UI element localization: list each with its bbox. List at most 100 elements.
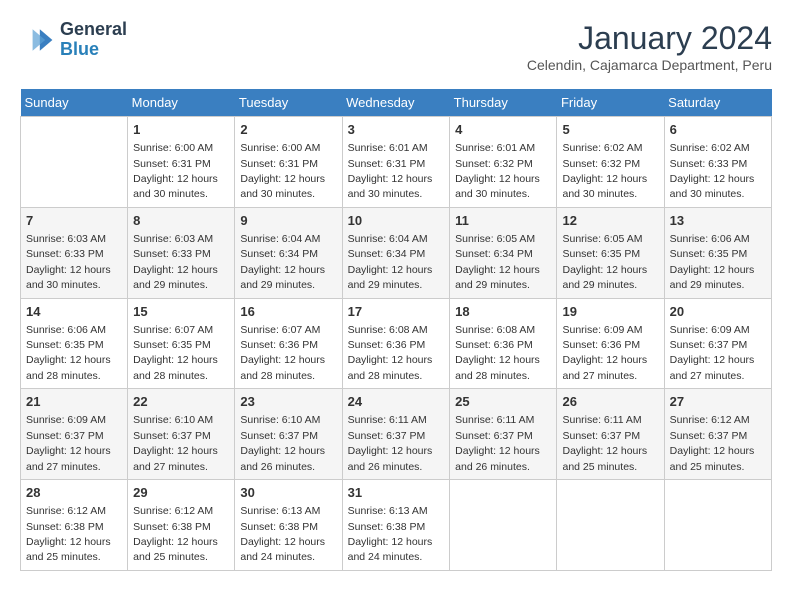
day-info: Sunrise: 6:01 AMSunset: 6:32 PMDaylight:… — [455, 142, 540, 200]
header-day-monday: Monday — [128, 89, 235, 117]
calendar-cell: 31 Sunrise: 6:13 AMSunset: 6:38 PMDaylig… — [342, 480, 450, 571]
calendar-cell: 25 Sunrise: 6:11 AMSunset: 6:37 PMDaylig… — [450, 389, 557, 480]
header-day-tuesday: Tuesday — [235, 89, 342, 117]
calendar-cell: 6 Sunrise: 6:02 AMSunset: 6:33 PMDayligh… — [664, 117, 771, 208]
day-number: 31 — [348, 484, 445, 502]
location: Celendin, Cajamarca Department, Peru — [527, 57, 772, 73]
calendar-header-row: SundayMondayTuesdayWednesdayThursdayFrid… — [21, 89, 772, 117]
day-info: Sunrise: 6:13 AMSunset: 6:38 PMDaylight:… — [240, 505, 325, 563]
week-row-5: 28 Sunrise: 6:12 AMSunset: 6:38 PMDaylig… — [21, 480, 772, 571]
day-info: Sunrise: 6:01 AMSunset: 6:31 PMDaylight:… — [348, 142, 433, 200]
day-info: Sunrise: 6:13 AMSunset: 6:38 PMDaylight:… — [348, 505, 433, 563]
day-info: Sunrise: 6:05 AMSunset: 6:35 PMDaylight:… — [562, 233, 647, 291]
calendar-cell: 16 Sunrise: 6:07 AMSunset: 6:36 PMDaylig… — [235, 298, 342, 389]
day-info: Sunrise: 6:10 AMSunset: 6:37 PMDaylight:… — [240, 414, 325, 472]
header-day-sunday: Sunday — [21, 89, 128, 117]
day-number: 18 — [455, 303, 551, 321]
calendar-cell: 18 Sunrise: 6:08 AMSunset: 6:36 PMDaylig… — [450, 298, 557, 389]
calendar-cell: 2 Sunrise: 6:00 AMSunset: 6:31 PMDayligh… — [235, 117, 342, 208]
day-info: Sunrise: 6:06 AMSunset: 6:35 PMDaylight:… — [670, 233, 755, 291]
week-row-1: 1 Sunrise: 6:00 AMSunset: 6:31 PMDayligh… — [21, 117, 772, 208]
header-day-wednesday: Wednesday — [342, 89, 450, 117]
day-number: 14 — [26, 303, 122, 321]
day-number: 26 — [562, 393, 658, 411]
day-info: Sunrise: 6:03 AMSunset: 6:33 PMDaylight:… — [133, 233, 218, 291]
day-number: 27 — [670, 393, 766, 411]
week-row-2: 7 Sunrise: 6:03 AMSunset: 6:33 PMDayligh… — [21, 207, 772, 298]
day-info: Sunrise: 6:12 AMSunset: 6:38 PMDaylight:… — [26, 505, 111, 563]
day-number: 1 — [133, 121, 229, 139]
day-number: 8 — [133, 212, 229, 230]
calendar-cell: 29 Sunrise: 6:12 AMSunset: 6:38 PMDaylig… — [128, 480, 235, 571]
calendar-cell: 9 Sunrise: 6:04 AMSunset: 6:34 PMDayligh… — [235, 207, 342, 298]
day-number: 30 — [240, 484, 336, 502]
day-number: 11 — [455, 212, 551, 230]
calendar-cell: 20 Sunrise: 6:09 AMSunset: 6:37 PMDaylig… — [664, 298, 771, 389]
calendar-cell: 15 Sunrise: 6:07 AMSunset: 6:35 PMDaylig… — [128, 298, 235, 389]
page-header: General Blue January 2024 Celendin, Caja… — [20, 20, 772, 73]
day-info: Sunrise: 6:12 AMSunset: 6:37 PMDaylight:… — [670, 414, 755, 472]
day-number: 22 — [133, 393, 229, 411]
day-info: Sunrise: 6:10 AMSunset: 6:37 PMDaylight:… — [133, 414, 218, 472]
day-info: Sunrise: 6:05 AMSunset: 6:34 PMDaylight:… — [455, 233, 540, 291]
day-number: 2 — [240, 121, 336, 139]
day-info: Sunrise: 6:08 AMSunset: 6:36 PMDaylight:… — [455, 324, 540, 382]
header-day-saturday: Saturday — [664, 89, 771, 117]
calendar-cell: 7 Sunrise: 6:03 AMSunset: 6:33 PMDayligh… — [21, 207, 128, 298]
logo: General Blue — [20, 20, 127, 60]
calendar-cell: 14 Sunrise: 6:06 AMSunset: 6:35 PMDaylig… — [21, 298, 128, 389]
calendar-cell: 8 Sunrise: 6:03 AMSunset: 6:33 PMDayligh… — [128, 207, 235, 298]
day-number: 21 — [26, 393, 122, 411]
day-number: 29 — [133, 484, 229, 502]
day-number: 23 — [240, 393, 336, 411]
day-info: Sunrise: 6:06 AMSunset: 6:35 PMDaylight:… — [26, 324, 111, 382]
day-info: Sunrise: 6:08 AMSunset: 6:36 PMDaylight:… — [348, 324, 433, 382]
day-number: 20 — [670, 303, 766, 321]
day-info: Sunrise: 6:02 AMSunset: 6:32 PMDaylight:… — [562, 142, 647, 200]
calendar-cell: 13 Sunrise: 6:06 AMSunset: 6:35 PMDaylig… — [664, 207, 771, 298]
day-number: 19 — [562, 303, 658, 321]
day-info: Sunrise: 6:03 AMSunset: 6:33 PMDaylight:… — [26, 233, 111, 291]
day-info: Sunrise: 6:07 AMSunset: 6:36 PMDaylight:… — [240, 324, 325, 382]
day-number: 28 — [26, 484, 122, 502]
day-number: 15 — [133, 303, 229, 321]
day-number: 6 — [670, 121, 766, 139]
calendar-cell: 30 Sunrise: 6:13 AMSunset: 6:38 PMDaylig… — [235, 480, 342, 571]
day-number: 10 — [348, 212, 445, 230]
day-info: Sunrise: 6:09 AMSunset: 6:37 PMDaylight:… — [670, 324, 755, 382]
day-info: Sunrise: 6:04 AMSunset: 6:34 PMDaylight:… — [348, 233, 433, 291]
day-info: Sunrise: 6:09 AMSunset: 6:36 PMDaylight:… — [562, 324, 647, 382]
logo-icon — [20, 22, 56, 58]
calendar-cell: 22 Sunrise: 6:10 AMSunset: 6:37 PMDaylig… — [128, 389, 235, 480]
header-day-thursday: Thursday — [450, 89, 557, 117]
day-number: 9 — [240, 212, 336, 230]
day-number: 3 — [348, 121, 445, 139]
day-info: Sunrise: 6:00 AMSunset: 6:31 PMDaylight:… — [240, 142, 325, 200]
calendar-cell — [21, 117, 128, 208]
calendar-cell: 21 Sunrise: 6:09 AMSunset: 6:37 PMDaylig… — [21, 389, 128, 480]
calendar-cell — [664, 480, 771, 571]
week-row-4: 21 Sunrise: 6:09 AMSunset: 6:37 PMDaylig… — [21, 389, 772, 480]
day-number: 5 — [562, 121, 658, 139]
calendar-cell: 10 Sunrise: 6:04 AMSunset: 6:34 PMDaylig… — [342, 207, 450, 298]
day-info: Sunrise: 6:00 AMSunset: 6:31 PMDaylight:… — [133, 142, 218, 200]
calendar-cell: 17 Sunrise: 6:08 AMSunset: 6:36 PMDaylig… — [342, 298, 450, 389]
logo-text: General Blue — [60, 20, 127, 60]
week-row-3: 14 Sunrise: 6:06 AMSunset: 6:35 PMDaylig… — [21, 298, 772, 389]
calendar-table: SundayMondayTuesdayWednesdayThursdayFrid… — [20, 89, 772, 571]
calendar-cell: 5 Sunrise: 6:02 AMSunset: 6:32 PMDayligh… — [557, 117, 664, 208]
calendar-cell: 26 Sunrise: 6:11 AMSunset: 6:37 PMDaylig… — [557, 389, 664, 480]
calendar-cell — [557, 480, 664, 571]
calendar-cell: 23 Sunrise: 6:10 AMSunset: 6:37 PMDaylig… — [235, 389, 342, 480]
calendar-cell: 28 Sunrise: 6:12 AMSunset: 6:38 PMDaylig… — [21, 480, 128, 571]
day-info: Sunrise: 6:11 AMSunset: 6:37 PMDaylight:… — [455, 414, 540, 472]
day-number: 17 — [348, 303, 445, 321]
calendar-cell: 27 Sunrise: 6:12 AMSunset: 6:37 PMDaylig… — [664, 389, 771, 480]
calendar-cell: 3 Sunrise: 6:01 AMSunset: 6:31 PMDayligh… — [342, 117, 450, 208]
day-info: Sunrise: 6:04 AMSunset: 6:34 PMDaylight:… — [240, 233, 325, 291]
day-info: Sunrise: 6:11 AMSunset: 6:37 PMDaylight:… — [562, 414, 647, 472]
day-number: 12 — [562, 212, 658, 230]
calendar-cell: 4 Sunrise: 6:01 AMSunset: 6:32 PMDayligh… — [450, 117, 557, 208]
day-number: 4 — [455, 121, 551, 139]
day-info: Sunrise: 6:02 AMSunset: 6:33 PMDaylight:… — [670, 142, 755, 200]
